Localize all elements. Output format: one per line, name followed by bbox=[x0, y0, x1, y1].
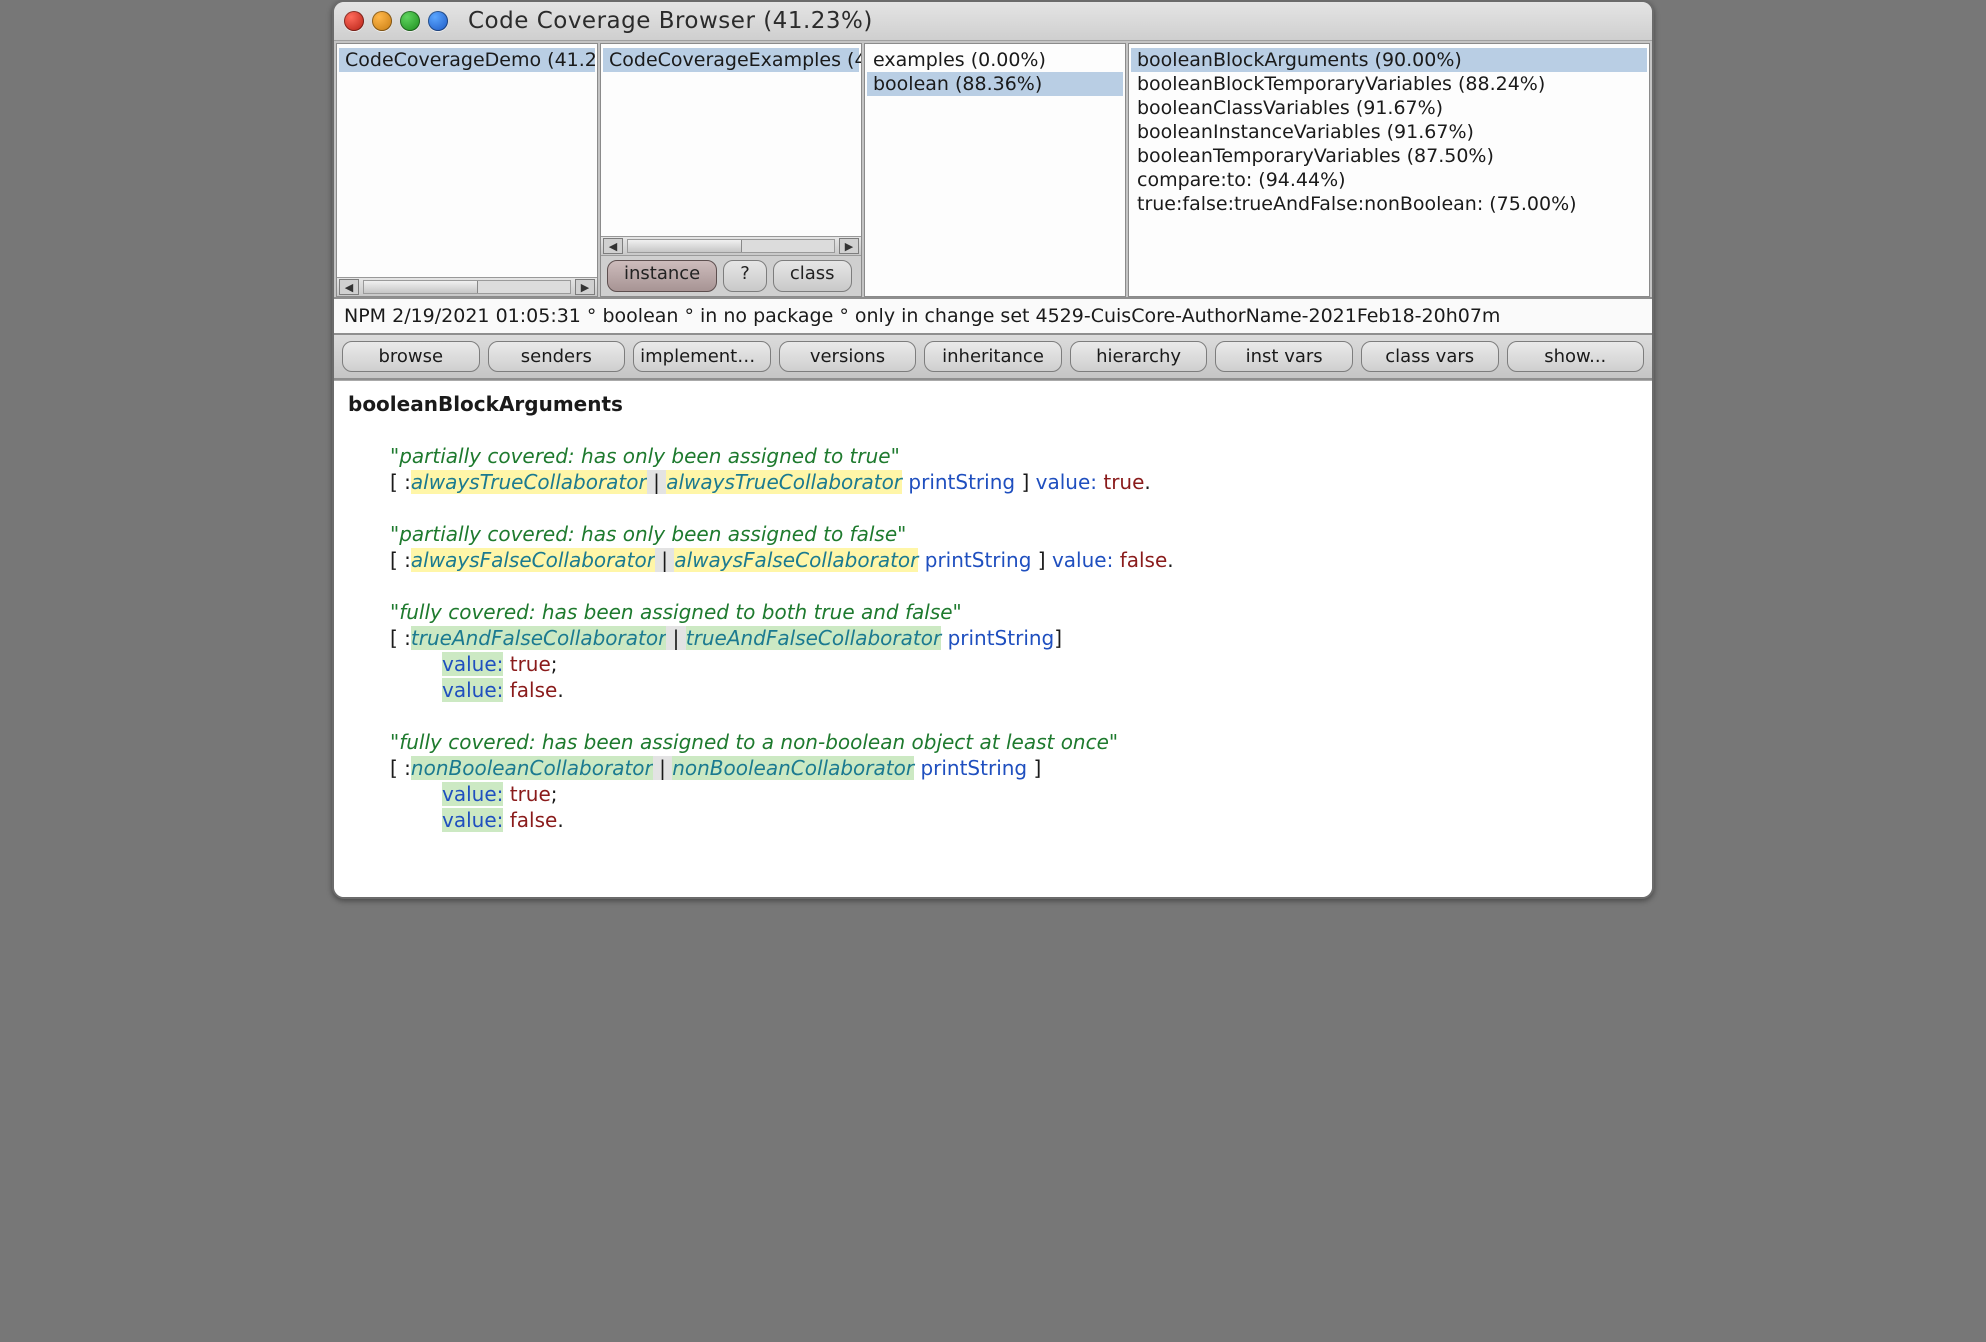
scroll-right-icon[interactable]: ▶ bbox=[575, 279, 595, 295]
protocols-pane: examples (0.00%) boolean (88.36%) bbox=[864, 43, 1126, 297]
code-toolbar: browse senders implementors versions inh… bbox=[334, 335, 1652, 380]
classes-pane: CodeCoverageExamples (41.23%) ◀ ▶ instan… bbox=[600, 43, 862, 297]
close-icon[interactable] bbox=[344, 11, 364, 31]
code-line: [ :nonBooleanCollaborator | nonBooleanCo… bbox=[348, 755, 1638, 781]
code-comment: "fully covered: has been assigned to a n… bbox=[348, 729, 1638, 755]
minimize-icon[interactable] bbox=[372, 11, 392, 31]
scroll-track[interactable] bbox=[363, 280, 571, 294]
titlebar: Code Coverage Browser (41.23%) bbox=[334, 2, 1652, 41]
list-item[interactable]: booleanClassVariables (91.67%) bbox=[1131, 96, 1647, 120]
packages-list[interactable]: CodeCoverageDemo (41.23%) bbox=[337, 44, 597, 277]
code-line: [ :alwaysTrueCollaborator | alwaysTrueCo… bbox=[348, 469, 1638, 495]
question-button[interactable]: ? bbox=[723, 260, 767, 292]
code-coverage-browser-window: Code Coverage Browser (41.23%) CodeCover… bbox=[332, 0, 1654, 899]
implementors-button[interactable]: implementors bbox=[633, 341, 771, 372]
menu-icon[interactable] bbox=[428, 11, 448, 31]
instance-button[interactable]: instance bbox=[607, 260, 717, 292]
hierarchy-button[interactable]: hierarchy bbox=[1070, 341, 1208, 372]
instance-class-switch: instance ? class bbox=[601, 255, 861, 296]
scroll-thumb[interactable] bbox=[364, 281, 478, 293]
list-item[interactable]: compare:to: (94.44%) bbox=[1131, 168, 1647, 192]
scroll-left-icon[interactable]: ◀ bbox=[603, 238, 623, 254]
method-selector: booleanBlockArguments bbox=[348, 391, 1638, 417]
list-item[interactable]: true:false:trueAndFalse:nonBoolean: (75.… bbox=[1131, 192, 1647, 216]
code-pane[interactable]: booleanBlockArguments "partially covered… bbox=[334, 380, 1652, 897]
code-line: [ :trueAndFalseCollaborator | trueAndFal… bbox=[348, 625, 1638, 651]
methods-list[interactable]: booleanBlockArguments (90.00%) booleanBl… bbox=[1129, 44, 1649, 296]
list-item[interactable]: booleanBlockArguments (90.00%) bbox=[1131, 48, 1647, 72]
code-line: value: false. bbox=[348, 677, 1638, 703]
code-comment: "partially covered: has only been assign… bbox=[348, 443, 1638, 469]
code-line: value: true; bbox=[348, 651, 1638, 677]
class-button[interactable]: class bbox=[773, 260, 852, 292]
protocols-list[interactable]: examples (0.00%) boolean (88.36%) bbox=[865, 44, 1125, 296]
senders-button[interactable]: senders bbox=[488, 341, 626, 372]
list-item[interactable]: booleanInstanceVariables (91.67%) bbox=[1131, 120, 1647, 144]
scroll-left-icon[interactable]: ◀ bbox=[339, 279, 359, 295]
list-item[interactable]: boolean (88.36%) bbox=[867, 72, 1123, 96]
methods-pane: booleanBlockArguments (90.00%) booleanBl… bbox=[1128, 43, 1650, 297]
browse-button[interactable]: browse bbox=[342, 341, 480, 372]
list-item[interactable]: CodeCoverageDemo (41.23%) bbox=[339, 48, 595, 72]
scroll-right-icon[interactable]: ▶ bbox=[839, 238, 859, 254]
code-line: value: false. bbox=[348, 807, 1638, 833]
code-comment: "fully covered: has been assigned to bot… bbox=[348, 599, 1638, 625]
blank-line bbox=[348, 417, 1638, 443]
classes-hscroll[interactable]: ◀ ▶ bbox=[601, 236, 861, 255]
inst-vars-button[interactable]: inst vars bbox=[1215, 341, 1353, 372]
blank-line bbox=[348, 573, 1638, 599]
packages-pane: CodeCoverageDemo (41.23%) ◀ ▶ bbox=[336, 43, 598, 297]
status-bar: NPM 2/19/2021 01:05:31 ° boolean ° in no… bbox=[334, 297, 1652, 335]
list-item[interactable]: CodeCoverageExamples (41.23%) bbox=[603, 48, 859, 72]
class-vars-button[interactable]: class vars bbox=[1361, 341, 1499, 372]
show-button[interactable]: show... bbox=[1507, 341, 1645, 372]
browser-panes: CodeCoverageDemo (41.23%) ◀ ▶ CodeCovera… bbox=[334, 41, 1652, 297]
maximize-icon[interactable] bbox=[400, 11, 420, 31]
inheritance-button[interactable]: inheritance bbox=[924, 341, 1062, 372]
versions-button[interactable]: versions bbox=[779, 341, 917, 372]
packages-hscroll[interactable]: ◀ ▶ bbox=[337, 277, 597, 296]
list-item[interactable]: booleanBlockTemporaryVariables (88.24%) bbox=[1131, 72, 1647, 96]
scroll-track[interactable] bbox=[627, 239, 835, 253]
list-item[interactable]: examples (0.00%) bbox=[867, 48, 1123, 72]
code-comment: "partially covered: has only been assign… bbox=[348, 521, 1638, 547]
classes-list[interactable]: CodeCoverageExamples (41.23%) bbox=[601, 44, 861, 236]
scroll-thumb[interactable] bbox=[628, 240, 742, 252]
code-line: [ :alwaysFalseCollaborator | alwaysFalse… bbox=[348, 547, 1638, 573]
code-line: value: true; bbox=[348, 781, 1638, 807]
blank-line bbox=[348, 703, 1638, 729]
blank-line bbox=[348, 495, 1638, 521]
list-item[interactable]: booleanTemporaryVariables (87.50%) bbox=[1131, 144, 1647, 168]
window-title: Code Coverage Browser (41.23%) bbox=[468, 8, 873, 34]
